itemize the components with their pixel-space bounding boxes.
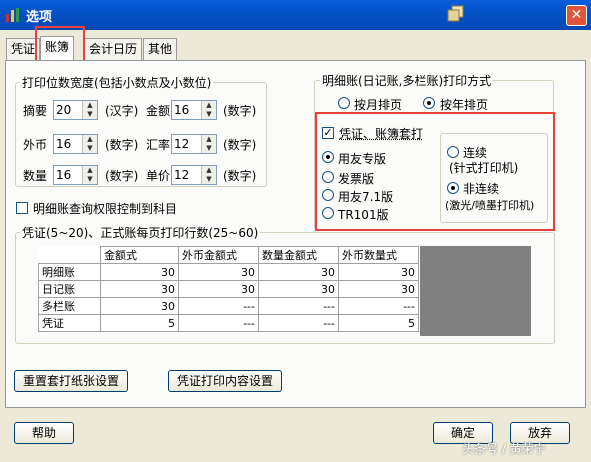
table-cell[interactable]: 30	[258, 280, 339, 298]
table-cell[interactable]: 30	[258, 263, 339, 281]
price-width-stepper[interactable]: 12 ▲ ▼	[171, 165, 217, 185]
unit-label: (数字)	[105, 169, 139, 183]
table-cell[interactable]: ---	[178, 297, 259, 315]
label-exchange-rate: 汇率	[146, 138, 171, 152]
label-foreign-currency: 外币	[23, 138, 48, 152]
table-row: 日记账 30 30 30 30	[38, 280, 419, 298]
table-cell[interactable]: ---	[258, 297, 339, 315]
table-cell[interactable]: ---	[258, 314, 339, 332]
unit-label: (数字)	[223, 169, 257, 183]
label-amount: 金额	[146, 104, 171, 118]
checkbox-ledger-permission[interactable]	[16, 202, 28, 214]
lines-per-page-title: 凭证(5~20)、正式账每页打印行数(25~60)	[20, 224, 261, 241]
quantity-width-stepper[interactable]: 16 ▲ ▼	[53, 165, 98, 185]
row-header: 日记账	[38, 280, 101, 298]
table-cell[interactable]: 30	[178, 263, 259, 281]
table-cell[interactable]: ---	[178, 314, 259, 332]
unit-label: (汉字)	[105, 104, 139, 118]
watermark: 头条号 / 黄荣宁	[462, 442, 546, 456]
column-header: 数量金额式	[258, 246, 339, 264]
column-header: 外币金额式	[178, 246, 259, 264]
label-continuous-sub: (针式打印机)	[449, 161, 519, 175]
radio-option-1[interactable]	[322, 151, 334, 163]
summary-width-stepper[interactable]: 20 ▲ ▼	[53, 100, 98, 120]
help-button[interactable]: 帮助	[14, 422, 74, 444]
label-noncontinuous: 非连续	[463, 182, 500, 196]
table-row: 明细账 30 30 30 30	[38, 263, 419, 281]
tab-accounting-calendar[interactable]: 会计日历	[84, 38, 143, 60]
table-cell[interactable]: 30	[338, 280, 419, 298]
options-window: 选项 ✕ 凭证 账簿 会计日历 其他 打印位数宽度(包括小数点及小数位) 摘要 …	[0, 0, 591, 462]
foreign-width-stepper[interactable]: 16 ▲ ▼	[53, 134, 98, 154]
radio-option-2[interactable]	[322, 171, 334, 183]
label-summary: 摘要	[23, 104, 48, 118]
column-header: 金额式	[100, 246, 179, 264]
label-unit-price: 单价	[146, 169, 171, 183]
label-option-4: TR101版	[338, 208, 389, 222]
row-header: 凭证	[38, 314, 101, 332]
rate-width-stepper[interactable]: 12 ▲ ▼	[171, 134, 217, 154]
print-width-title: 打印位数宽度(包括小数点及小数位)	[20, 74, 214, 91]
table-cell[interactable]: 30	[100, 297, 179, 315]
voucher-print-settings-button[interactable]: 凭证打印内容设置	[168, 370, 282, 392]
table-cell[interactable]: 30	[178, 280, 259, 298]
label-noncontinuous-sub: (激光/喷墨打印机)	[445, 199, 535, 212]
table-cell[interactable]: 5	[100, 314, 179, 332]
label-by-year: 按年排页	[440, 98, 489, 112]
unit-label: (数字)	[223, 104, 257, 118]
radio-option-3[interactable]	[322, 189, 334, 201]
amount-width-stepper[interactable]: 16 ▲ ▼	[171, 100, 217, 120]
label-by-month: 按月排页	[354, 98, 403, 112]
row-header: 明细账	[38, 263, 101, 281]
reset-paper-button[interactable]: 重置套打纸张设置	[14, 370, 128, 392]
unit-label: (数字)	[105, 138, 139, 152]
lines-per-page-table: 金额式 外币金额式 数量金额式 外币数量式 明细账 30 30 30 30 日记…	[38, 246, 419, 332]
label-option-2: 发票版	[338, 172, 375, 186]
label-ledger-permission: 明细账查询权限控制到科目	[33, 202, 178, 216]
table-row: 凭证 5 --- --- 5	[38, 314, 419, 332]
label-quantity: 数量	[23, 169, 48, 183]
table-cell[interactable]: 30	[100, 263, 179, 281]
grid-empty-area	[420, 246, 531, 336]
row-header: 多栏账	[38, 297, 101, 315]
table-header-row: 金额式 外币金额式 数量金额式 外币数量式	[38, 246, 419, 264]
detail-print-title: 明细账(日记账,多栏账)打印方式	[320, 72, 494, 89]
label-option-3: 用友7.1版	[338, 190, 394, 204]
close-icon: ✕	[570, 7, 583, 23]
table-cell[interactable]: 5	[338, 314, 419, 332]
table-cell[interactable]: 30	[338, 263, 419, 281]
radio-noncontinuous[interactable]	[447, 182, 459, 194]
restore-icon[interactable]	[447, 5, 465, 23]
radio-by-year[interactable]	[423, 97, 435, 109]
table-row: 多栏账 30 --- --- ---	[38, 297, 419, 315]
window-title: 选项	[26, 10, 53, 25]
radio-continuous[interactable]	[447, 146, 459, 158]
app-icon	[6, 8, 19, 22]
tab-other[interactable]: 其他	[143, 38, 178, 60]
table-cell[interactable]: ---	[338, 297, 419, 315]
label-voucher-book: 凭证、账簿套打	[339, 127, 424, 141]
close-button[interactable]: ✕	[566, 5, 587, 26]
radio-by-month[interactable]	[338, 97, 350, 109]
label-option-1: 用友专版	[338, 152, 387, 166]
title-bar: 选项 ✕	[0, 0, 591, 30]
checkbox-voucher-book[interactable]: ✓	[322, 127, 334, 139]
column-header: 外币数量式	[338, 246, 419, 264]
radio-option-4[interactable]	[322, 207, 334, 219]
unit-label: (数字)	[223, 138, 257, 152]
table-cell[interactable]: 30	[100, 280, 179, 298]
